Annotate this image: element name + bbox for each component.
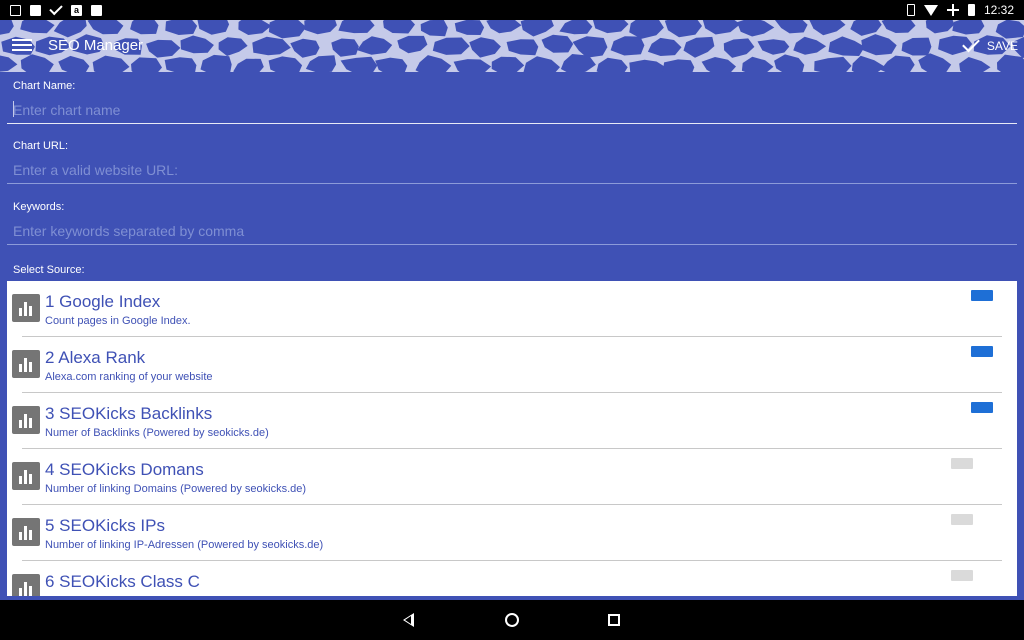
bar-chart-icon bbox=[12, 406, 40, 434]
source-title: 5 SEOKicks IPs bbox=[45, 516, 165, 535]
source-toggle[interactable] bbox=[971, 346, 993, 357]
source-description: Numer of Backlinks (Powered by seokicks.… bbox=[45, 427, 269, 439]
bar-chart-icon bbox=[12, 518, 40, 546]
wifi-icon bbox=[923, 4, 938, 16]
check-icon bbox=[49, 1, 63, 16]
giraffe-pattern-background bbox=[0, 20, 1024, 72]
source-item[interactable]: 1 Google Index Count pages in Google Inde… bbox=[7, 281, 1017, 337]
text-cursor bbox=[13, 101, 14, 117]
bar-chart-icon bbox=[12, 294, 40, 322]
source-description: Number of linking IP-Adressen (Powered b… bbox=[45, 539, 324, 551]
source-item[interactable]: 3 SEOKicks Backlinks Numer of Backlinks (… bbox=[7, 393, 1017, 449]
source-title: 1 Google Index bbox=[45, 292, 161, 311]
status-bar: a 12:32 bbox=[0, 0, 1024, 20]
source-toggle[interactable] bbox=[971, 290, 993, 301]
source-item[interactable]: 4 SEOKicks Domans Number of linking Domai… bbox=[7, 449, 1017, 505]
briefcase-icon bbox=[91, 4, 102, 16]
back-icon[interactable] bbox=[403, 613, 414, 627]
source-title: 4 SEOKicks Domans bbox=[45, 460, 204, 479]
vibrate-icon bbox=[906, 4, 915, 16]
source-title: 3 SEOKicks Backlinks bbox=[45, 404, 213, 423]
image-icon bbox=[10, 4, 21, 16]
chart-url-input[interactable] bbox=[7, 156, 1017, 184]
app-title: SEO Manager bbox=[48, 37, 144, 54]
amazon-icon: a bbox=[71, 4, 82, 16]
save-button[interactable]: SAVE bbox=[962, 32, 1018, 60]
airplane-icon bbox=[946, 4, 959, 16]
source-description: Number of linking Domains (Powered by se… bbox=[45, 483, 307, 495]
recent-apps-icon[interactable] bbox=[608, 614, 620, 626]
check-icon bbox=[962, 34, 980, 53]
bar-chart-icon bbox=[12, 462, 40, 490]
source-item[interactable]: 5 SEOKicks IPs Number of linking IP-Adres… bbox=[7, 505, 1017, 561]
source-item[interactable]: 6 SEOKicks Class C bbox=[7, 561, 1017, 596]
keywords-label: Keywords: bbox=[13, 201, 65, 213]
chart-name-label: Chart Name: bbox=[13, 80, 76, 92]
battery-icon bbox=[967, 4, 975, 16]
source-toggle[interactable] bbox=[951, 458, 973, 469]
source-list: 1 Google Index Count pages in Google Inde… bbox=[7, 281, 1017, 596]
chart-url-label: Chart URL: bbox=[13, 140, 69, 152]
source-item[interactable]: 2 Alexa Rank Alexa.com ranking of your we… bbox=[7, 337, 1017, 393]
navigation-bar bbox=[0, 600, 1024, 640]
clock: 12:32 bbox=[983, 3, 1014, 17]
bar-chart-icon bbox=[12, 350, 40, 378]
source-toggle[interactable] bbox=[971, 402, 993, 413]
mail-icon bbox=[30, 4, 41, 16]
bar-chart-icon bbox=[12, 574, 40, 596]
home-icon[interactable] bbox=[505, 613, 519, 627]
source-title: 2 Alexa Rank bbox=[45, 348, 146, 367]
source-description: Alexa.com ranking of your website bbox=[45, 371, 213, 383]
source-toggle[interactable] bbox=[951, 514, 973, 525]
save-label: SAVE bbox=[986, 39, 1018, 53]
source-title: 6 SEOKicks Class C bbox=[45, 572, 200, 591]
menu-icon[interactable] bbox=[12, 36, 32, 54]
source-toggle[interactable] bbox=[951, 570, 973, 581]
select-source-label: Select Source: bbox=[13, 264, 85, 276]
chart-name-input[interactable] bbox=[7, 96, 1017, 124]
keywords-input[interactable] bbox=[7, 217, 1017, 245]
source-description: Count pages in Google Index. bbox=[45, 315, 191, 327]
app-bar: SEO Manager SAVE bbox=[0, 20, 1024, 72]
